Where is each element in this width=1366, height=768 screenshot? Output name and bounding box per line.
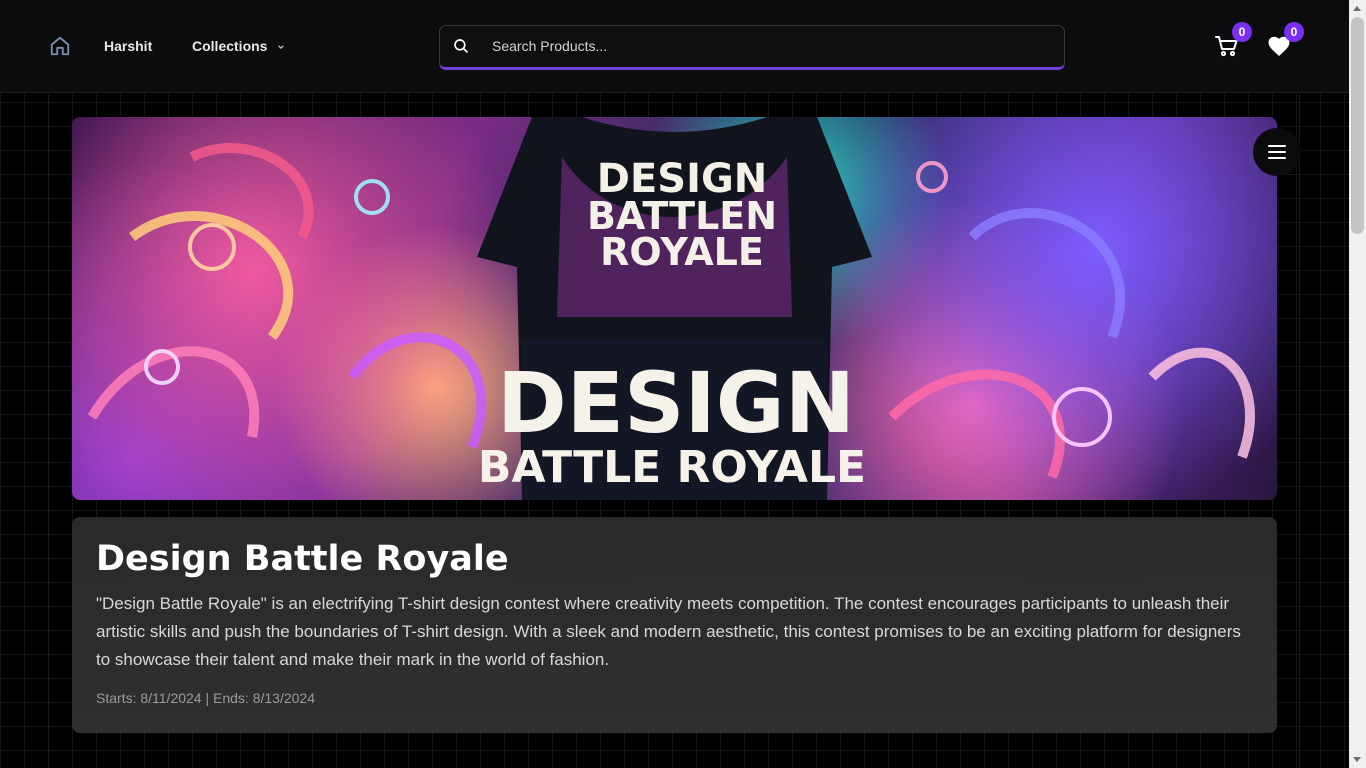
contest-start-date: Starts: 8/11/2024 <box>96 690 202 706</box>
banner-text-design-bottom: DESIGN <box>497 354 855 452</box>
page-scrollbar[interactable] <box>1349 0 1366 768</box>
home-button[interactable] <box>49 35 71 57</box>
chevron-down-icon <box>278 45 285 50</box>
hamburger-menu-icon <box>1268 145 1286 147</box>
hamburger-line <box>1268 157 1286 159</box>
banner-text-battle-royale-bottom: BATTLE ROYALE <box>478 442 866 493</box>
scroll-down-arrow-icon[interactable] <box>1353 757 1361 762</box>
nav-collections-dropdown[interactable]: Collections <box>192 38 285 54</box>
contest-banner-image: DESIGN BATTLEN ROYALE DESIGN BATTLE ROYA… <box>72 117 1277 500</box>
collections-label: Collections <box>192 38 268 54</box>
contest-end-date: Ends: 8/13/2024 <box>213 690 315 706</box>
contest-description: "Design Battle Royale" is an electrifyin… <box>96 594 1241 669</box>
wishlist-count-badge: 0 <box>1284 22 1304 42</box>
banner-text-royale-top: ROYALE <box>600 230 764 274</box>
search-icon <box>454 39 468 53</box>
scrollbar-thumb[interactable] <box>1351 17 1364 234</box>
search-bar <box>439 25 1065 70</box>
home-icon <box>50 36 70 56</box>
banner-artwork: DESIGN BATTLEN ROYALE DESIGN BATTLE ROYA… <box>87 117 1255 500</box>
contest-info-card: Design Battle Royale "Design Battle Roya… <box>72 517 1277 733</box>
date-separator: | <box>201 690 214 706</box>
hamburger-menu-button[interactable] <box>1253 128 1301 176</box>
contest-title: Design Battle Royale <box>96 539 509 579</box>
scroll-up-arrow-icon[interactable] <box>1353 6 1361 11</box>
contest-dates: Starts: 8/11/2024 | Ends: 8/13/2024 <box>96 690 315 706</box>
top-navbar: Harshit Collections 0 0 <box>0 0 1349 93</box>
search-input[interactable] <box>490 26 1050 66</box>
nav-link-harshit[interactable]: Harshit <box>104 38 152 54</box>
hamburger-line <box>1268 151 1286 153</box>
cart-count-badge: 0 <box>1232 22 1252 42</box>
